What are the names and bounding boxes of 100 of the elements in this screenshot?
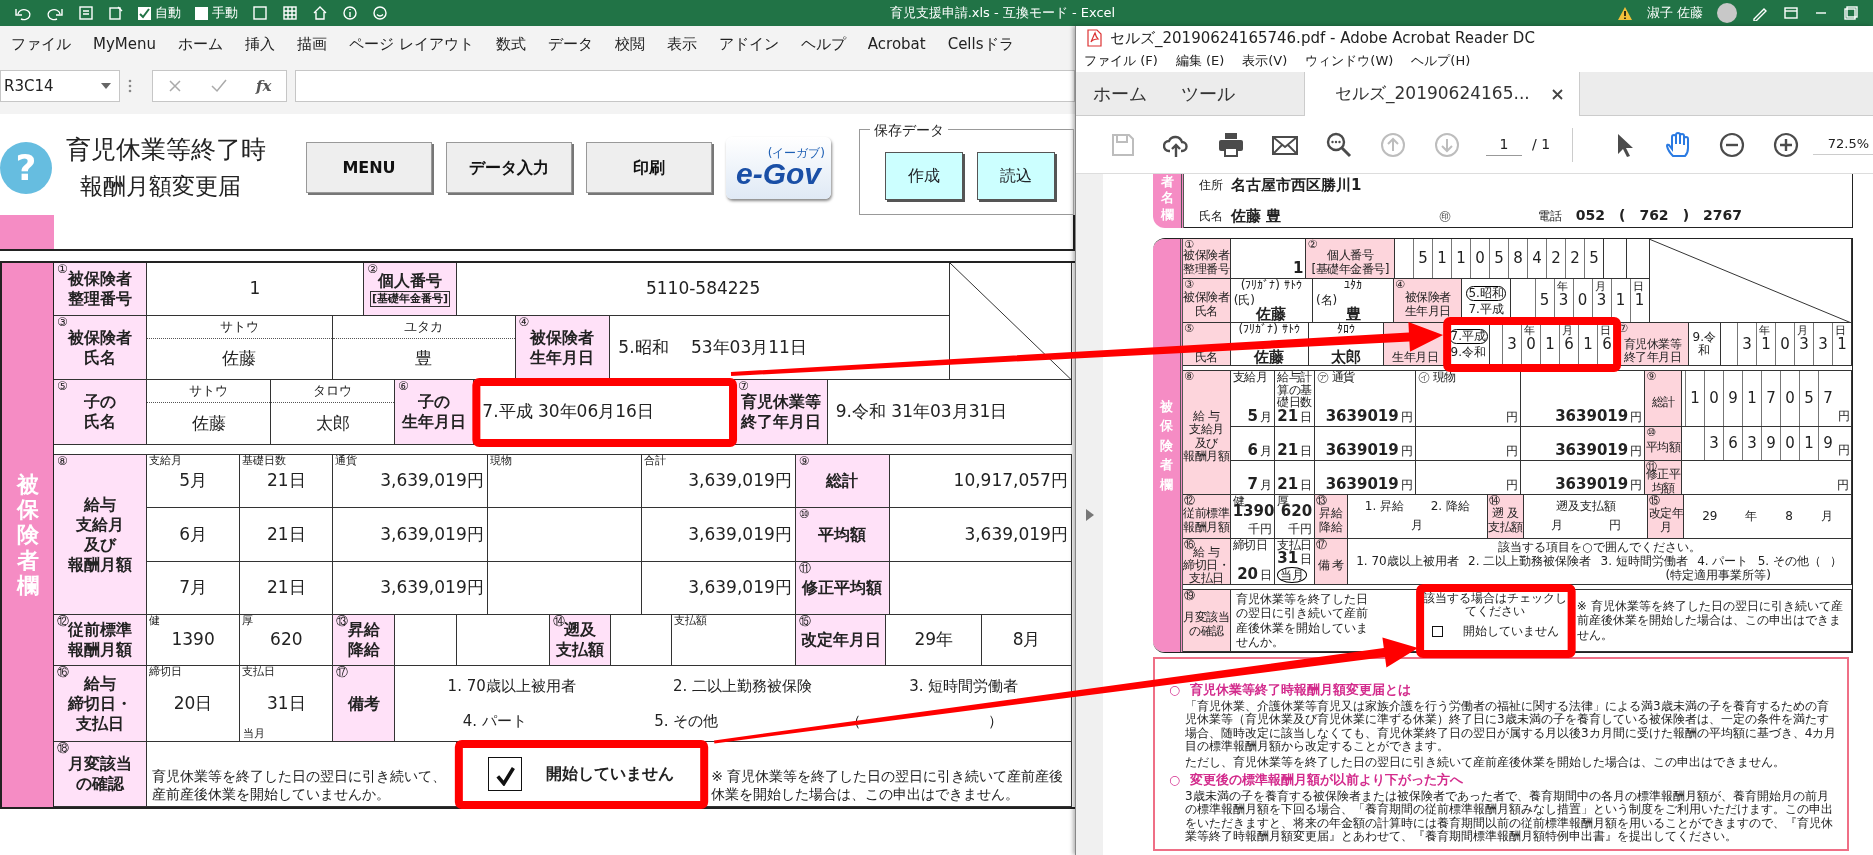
remark-text: 1. 70歳以上被用者	[447, 675, 576, 697]
page-number-field[interactable]: 1	[1486, 133, 1522, 156]
digit: 9	[1761, 427, 1780, 460]
digit: 3	[1742, 427, 1761, 460]
ribbon-tab[interactable]: ページ レイアウト	[338, 32, 485, 56]
menu-item[interactable]: 表示(V)	[1242, 51, 1288, 71]
ribbon-tab[interactable]: ファイル	[0, 32, 82, 56]
menu-item[interactable]: ウィンドウ(W)	[1305, 51, 1394, 71]
digit: 1	[1742, 371, 1761, 426]
print-icon[interactable]	[1217, 130, 1245, 159]
ribbon-tab[interactable]: Acrobat	[856, 32, 937, 56]
menu-item[interactable]: ファイル (F)	[1084, 51, 1158, 71]
name-value: 太郎	[1330, 350, 1361, 365]
expand-icon[interactable]	[1084, 507, 1095, 522]
circled-number: ⑬	[1316, 495, 1328, 507]
macro-button[interactable]: 印刷	[586, 142, 712, 193]
zoom-field[interactable]: 72.5%	[1813, 134, 1873, 155]
window-title: セルズ_20190624165746.pdf - Adobe Acrobat Reader DC	[1110, 27, 1535, 49]
field-caption: (名)	[1315, 294, 1338, 306]
circled-number: ①	[1184, 239, 1194, 251]
remark-text: 年	[1745, 509, 1758, 524]
ribbon-tab[interactable]: 挿入	[234, 32, 286, 56]
ribbon-display-icon[interactable]	[1783, 5, 1799, 21]
menu-item[interactable]: 編集 (E)	[1175, 51, 1225, 71]
check-label: 開始していません	[546, 763, 674, 785]
square-icon[interactable]	[252, 5, 268, 21]
remark-text: 8	[1785, 509, 1793, 524]
digit: 1 日	[1629, 279, 1649, 322]
ribbon-tab[interactable]: ヘルプ	[789, 32, 857, 56]
vertical-dots-icon	[128, 78, 132, 94]
warning-icon	[1616, 5, 1633, 21]
field-label: 被保険者	[67, 327, 132, 348]
field-label: 備 考	[1317, 558, 1344, 573]
ribbon-tab[interactable]: データ	[536, 32, 604, 56]
checkbox[interactable]	[138, 6, 151, 20]
sheet-title: 育児休業等終了時	[66, 134, 267, 165]
info-icon[interactable]	[342, 5, 358, 21]
ribbon-tab[interactable]: アドイン	[707, 32, 790, 56]
save-data-button[interactable]: 読込	[977, 151, 1055, 200]
smiley-icon[interactable]	[372, 5, 388, 21]
circled-number: ⑦	[738, 380, 749, 393]
checkbox[interactable]	[488, 757, 522, 791]
ribbon-tab[interactable]: 表示	[655, 32, 708, 56]
zoom-out-icon[interactable]	[1718, 130, 1747, 159]
circled-number: ⑤	[57, 380, 68, 394]
zoom-in-icon[interactable]	[1772, 130, 1801, 159]
grid-icon[interactable]	[282, 5, 298, 21]
phone-part: 2767	[1703, 206, 1742, 226]
macro-button[interactable]: データ入力	[446, 142, 572, 193]
field-label: 報酬月額	[1183, 449, 1230, 463]
digit: 6 月	[1559, 323, 1579, 365]
section-label: 者名欄	[1160, 174, 1174, 223]
field-label: 報酬月額	[67, 554, 132, 575]
field-label: 月変該当	[67, 754, 132, 774]
circled-number: ⑤	[1184, 323, 1194, 336]
save-data-button[interactable]: 作成	[885, 151, 963, 200]
checkbox[interactable]	[1431, 625, 1443, 637]
unit-label: 円	[1837, 442, 1851, 459]
menu-item[interactable]: ヘルプ(H)	[1411, 51, 1471, 71]
tab[interactable]: ツール	[1164, 72, 1252, 115]
side-label-background	[0, 215, 54, 249]
digit: 3 月	[1793, 323, 1813, 365]
restore-icon[interactable]	[1843, 5, 1859, 21]
document-icon[interactable]	[78, 5, 94, 21]
insert-function-button[interactable]: fx	[255, 74, 272, 98]
ribbon-tab[interactable]: 数式	[484, 32, 537, 56]
macro-button[interactable]: MENU	[306, 142, 432, 193]
search-icon[interactable]	[1325, 130, 1353, 159]
ribbon-tab[interactable]: 描画	[286, 32, 338, 56]
formula-input[interactable]	[295, 70, 1075, 102]
tab-label: セルズ_20190624165...	[1335, 82, 1530, 106]
egov-logo[interactable]: (イーガブ) e-Gov	[726, 136, 831, 199]
digit: 9	[1818, 427, 1837, 460]
tab[interactable]: ホーム	[1076, 72, 1164, 115]
house-icon[interactable]	[312, 5, 328, 21]
circled-number: ④	[518, 316, 530, 329]
digit: 1	[1578, 323, 1598, 365]
section-label: 被保険者欄	[1160, 397, 1173, 494]
close-icon[interactable]	[1551, 88, 1563, 100]
ribbon-tab[interactable]: ホーム	[167, 32, 234, 56]
tab[interactable]: セルズ_20190624165...	[1304, 72, 1580, 116]
field-value: 21	[1277, 407, 1299, 426]
remark-text: 2. 降給	[1430, 499, 1470, 514]
circled-number: ⑮	[1649, 495, 1661, 507]
digit: 5	[1489, 239, 1509, 278]
name-box[interactable]: R3C14	[0, 70, 120, 102]
ribbon-tab[interactable]: Cellsドラ	[936, 32, 1025, 56]
digit: 6 日	[1597, 323, 1617, 365]
field-caption: 基礎日数	[242, 454, 287, 468]
ribbon-tab[interactable]: 校閲	[603, 32, 656, 56]
user-avatar[interactable]	[1717, 3, 1737, 23]
note-text: 育児休業等を終了した日の翌日に引き続いて、	[151, 766, 446, 785]
field-value: 3639019	[1555, 475, 1629, 494]
digit: 3	[1502, 323, 1522, 365]
digit: 0	[1780, 427, 1799, 460]
name-value: 佐藤	[1256, 307, 1287, 322]
form-icon[interactable]	[108, 5, 124, 21]
circled-number: ⑨	[798, 455, 810, 469]
ribbon-tab[interactable]: MyMenu	[82, 32, 167, 56]
field-label: 終了年月日	[1623, 350, 1682, 364]
